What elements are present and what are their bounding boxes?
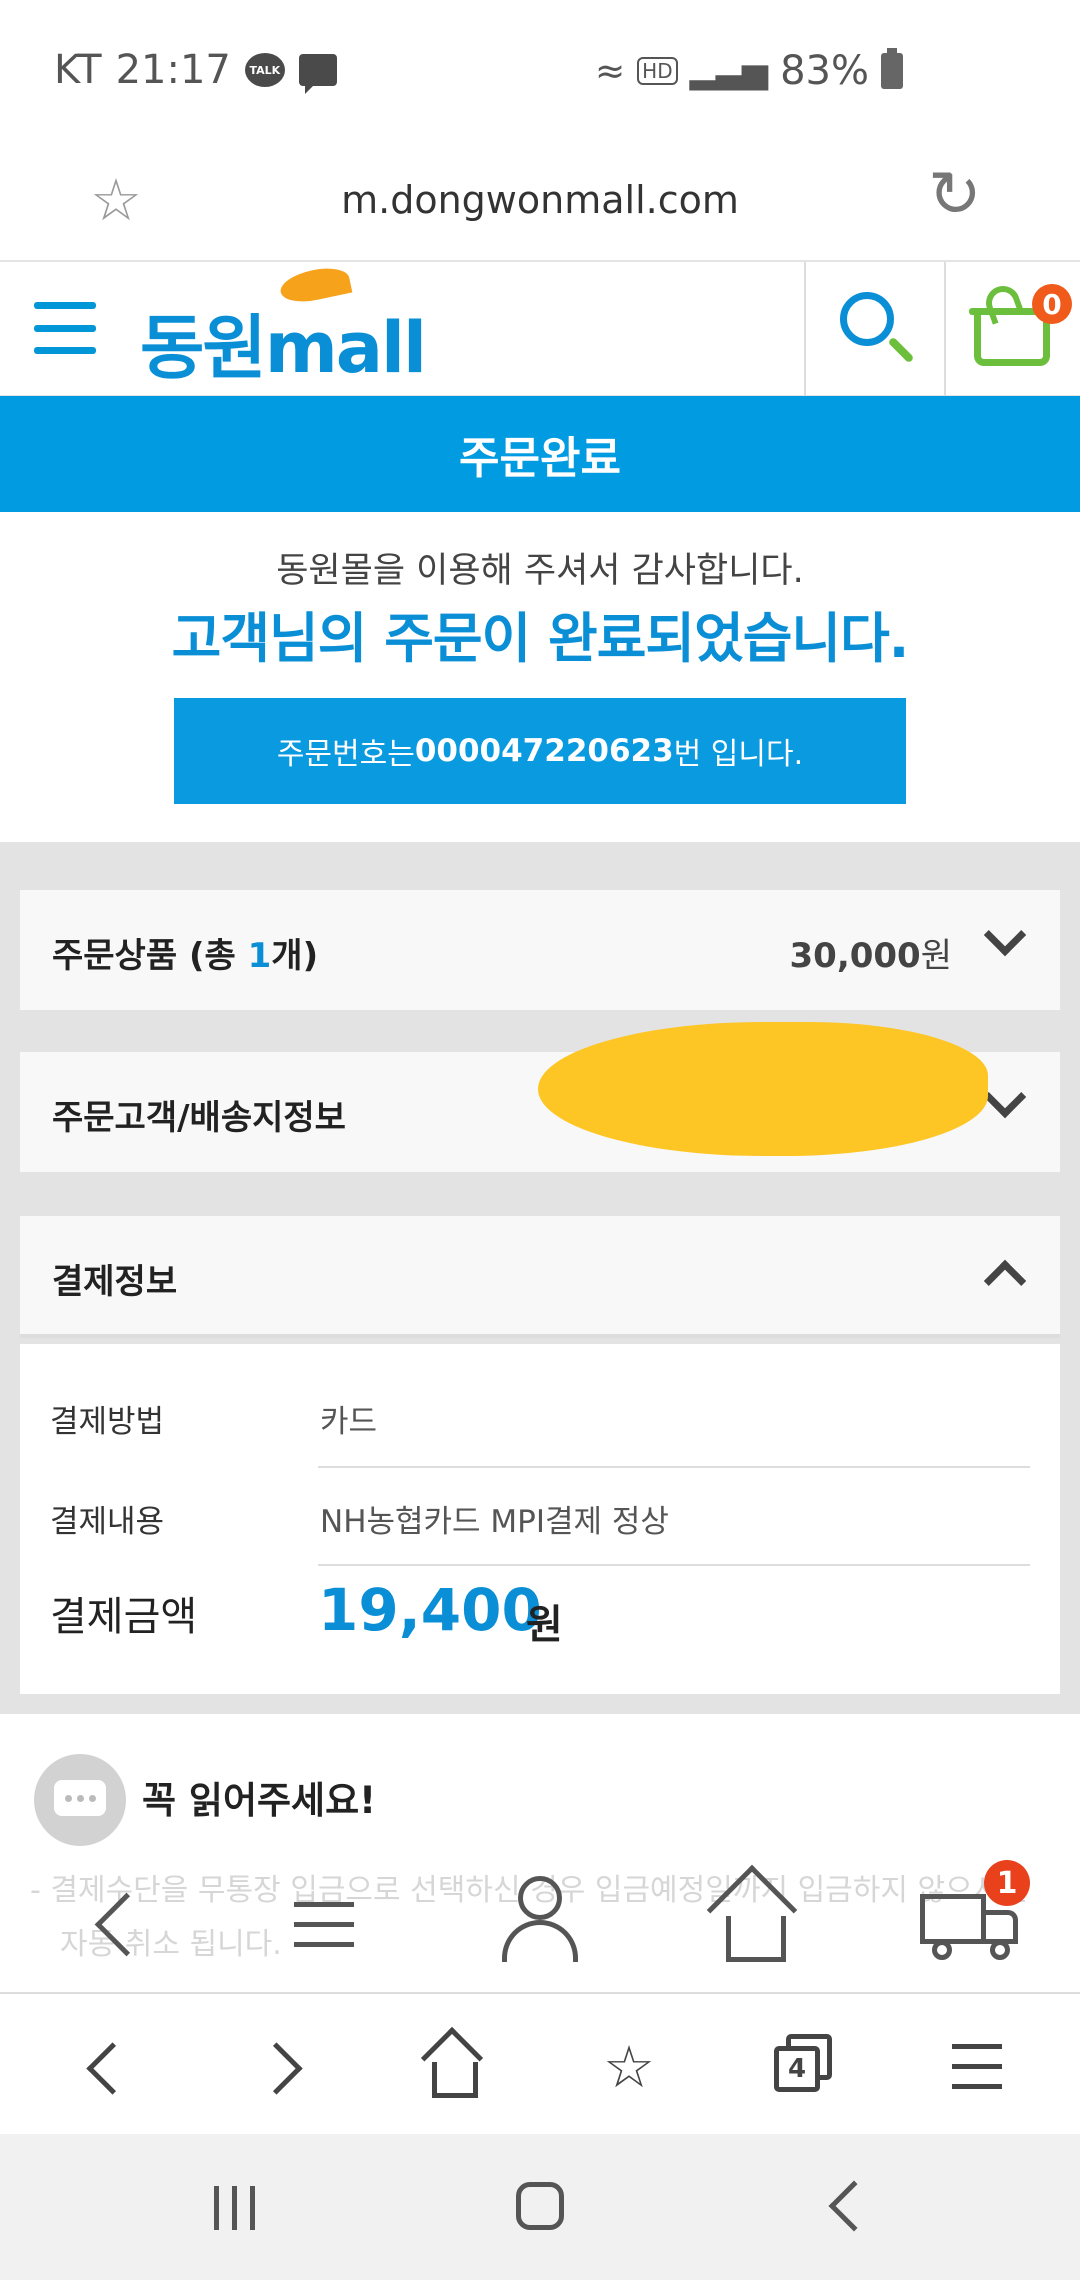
status-left: KT 21:17 TALK <box>54 47 337 94</box>
search-icon <box>840 292 894 346</box>
delivery-truck-icon[interactable]: 1 <box>912 1860 1032 1990</box>
back-icon[interactable] <box>66 1860 186 1990</box>
payment-accordion[interactable]: 결제정보 <box>20 1216 1060 1338</box>
bookmark-star-icon[interactable]: ☆ <box>90 166 142 234</box>
divider <box>318 1564 1030 1566</box>
redaction-mark <box>538 1022 988 1156</box>
tabs-count: 4 <box>774 2046 820 2092</box>
recent-apps-icon[interactable] <box>214 2186 260 2230</box>
thanks-subtitle: 동원몰을 이용해 주셔서 감사합니다. <box>276 551 804 591</box>
home-walls <box>726 1916 786 1962</box>
payment-amount-value: 19,400 <box>318 1576 542 1644</box>
order-suffix: 번 입니다. <box>673 737 804 772</box>
browser-url-bar: ☆ m.dongwonmall.com ↻ <box>0 140 1080 262</box>
message-icon <box>298 54 337 94</box>
payment-amount-label: 결제금액 <box>50 1594 198 1640</box>
chevron-down-icon[interactable] <box>983 1075 1027 1119</box>
kakaotalk-icon: TALK <box>244 53 285 87</box>
clock-label: 21:17 <box>115 47 231 93</box>
hamburger-line <box>34 347 96 354</box>
search-button[interactable] <box>804 262 944 396</box>
hd-icon: HD <box>637 57 678 85</box>
products-title-suffix: 개) <box>271 936 319 976</box>
thanks-section: 동원몰을 이용해 주셔서 감사합니다. 고객님의 주문이 완료되었습니다. 주문… <box>0 512 1080 842</box>
hamburger-menu-icon[interactable] <box>34 302 96 354</box>
products-title-prefix: 주문상품 (총 <box>52 936 248 976</box>
battery-icon <box>880 48 903 89</box>
products-accordion[interactable]: 주문상품 (총 1개) 30,000원 <box>20 890 1060 1010</box>
payment-method-label: 결제방법 <box>50 1404 165 1440</box>
cart-count-badge: 0 <box>1032 284 1072 324</box>
android-back-icon[interactable] <box>828 2180 880 2232</box>
carrier-label: KT <box>54 47 102 93</box>
truck-cab <box>982 1910 1018 1944</box>
user-icon[interactable] <box>480 1860 600 1990</box>
site-bottom-nav: 1 <box>0 1860 1080 1990</box>
hamburger-line <box>34 302 96 309</box>
bookmarks-icon[interactable]: ☆ <box>584 2022 674 2112</box>
menu-icon[interactable] <box>262 1860 382 1990</box>
search-handle <box>887 336 915 364</box>
logo-latin: mall <box>264 307 427 389</box>
url-text[interactable]: m.dongwonmall.com <box>341 178 739 222</box>
divider <box>318 1466 1030 1468</box>
chat-bubble-icon <box>34 1754 126 1846</box>
payment-detail-value: NH농협카드 MPI결제 정상 <box>320 1504 669 1540</box>
cart-button[interactable]: 0 <box>944 262 1080 396</box>
wifi-icon: ≈ <box>595 50 626 92</box>
reload-icon[interactable]: ↻ <box>928 158 982 232</box>
truck-box <box>920 1894 986 1944</box>
home-icon[interactable] <box>696 1860 816 1990</box>
dot-bubble <box>54 1780 106 1816</box>
thanks-headline: 고객님의 주문이 완료되었습니다. <box>171 607 910 670</box>
delivery-badge: 1 <box>984 1860 1030 1906</box>
user-head <box>518 1876 562 1920</box>
products-title: 주문상품 (총 1개) <box>52 928 318 977</box>
home-walls <box>432 2062 478 2098</box>
logo-korean: 동원 <box>140 307 267 389</box>
chevron-down-icon[interactable] <box>983 913 1027 957</box>
payment-detail-label: 결제내용 <box>50 1504 165 1540</box>
products-price-unit: 원 <box>920 936 952 976</box>
user-body <box>502 1920 578 1962</box>
products-price-value: 30,000 <box>789 936 921 976</box>
cart-icon <box>969 308 1055 366</box>
android-nav-bar <box>0 2134 1080 2280</box>
payment-amount-unit: 원 <box>526 1602 563 1648</box>
browser-back-icon[interactable] <box>60 2022 150 2112</box>
signal-icon: ▂▃▅ <box>689 51 769 91</box>
order-number-box: 주문번호는 000047220623 번 입니다. <box>174 698 906 804</box>
page-title: 주문완료 <box>459 433 621 484</box>
products-count: 1 <box>247 936 272 976</box>
browser-forward-icon[interactable] <box>238 2022 328 2112</box>
truck-wheel <box>932 1940 952 1960</box>
browser-home-icon[interactable] <box>408 2022 498 2112</box>
hamburger-line <box>34 324 96 332</box>
page-title-bar: 주문완료 <box>0 396 1080 512</box>
payment-title: 결제정보 <box>52 1262 178 1302</box>
status-right: ≈ HD ▂▃▅ 83% <box>595 48 903 94</box>
order-prefix: 주문번호는 <box>276 737 415 772</box>
android-home-icon[interactable] <box>516 2182 564 2230</box>
tabs-icon[interactable]: 4 <box>756 2022 846 2112</box>
payment-method-value: 카드 <box>320 1404 378 1440</box>
dongwonmall-logo[interactable]: 동원mall <box>140 263 427 393</box>
status-bar: KT 21:17 TALK ≈ HD ▂▃▅ 83% <box>0 0 1080 140</box>
site-header: 동원mall 0 <box>0 262 1080 396</box>
battery-percent: 83% <box>780 48 869 94</box>
payment-details: 결제방법 카드 결제내용 NH농협카드 MPI결제 정상 결제금액 19,400… <box>20 1344 1060 1694</box>
products-price: 30,000원 <box>790 928 952 977</box>
browser-menu-icon[interactable] <box>932 2022 1022 2112</box>
logo-wing-icon <box>277 263 353 307</box>
notice-title: 꼭 읽어주세요! <box>142 1779 376 1822</box>
browser-toolbar: ☆ 4 <box>0 1992 1080 2134</box>
truck-wheel <box>990 1940 1010 1960</box>
customer-title: 주문고객/배송지정보 <box>52 1098 346 1138</box>
order-number: 000047220623 <box>414 733 674 769</box>
chevron-up-icon[interactable] <box>983 1259 1027 1303</box>
